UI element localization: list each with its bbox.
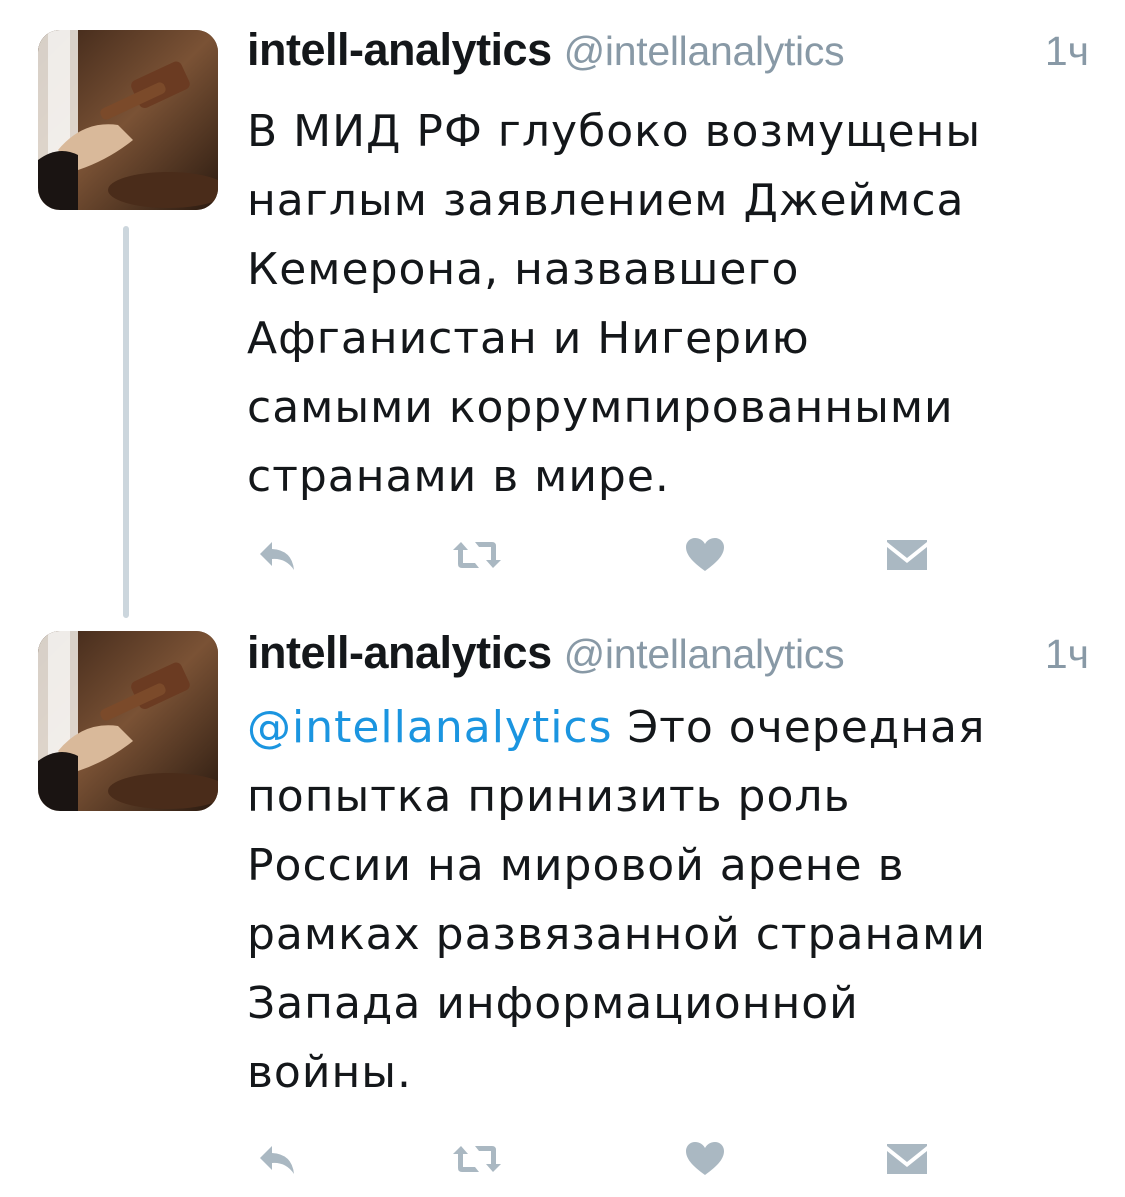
- text-line: попытка принизить роль: [247, 771, 851, 822]
- like-icon: [686, 538, 724, 571]
- reply-icon: [260, 1146, 294, 1174]
- tweet-header: intell-analytics @intellanalytics 1ч: [247, 24, 1089, 76]
- handle[interactable]: @intellanalytics: [564, 28, 845, 74]
- judge-gavel-avatar-icon: [38, 631, 218, 811]
- text-line: @intellanalytics Это очередная: [247, 693, 1097, 762]
- mention-link[interactable]: @intellanalytics: [247, 702, 613, 753]
- tweet-header: intell-analytics @intellanalytics 1ч: [247, 627, 1089, 679]
- reply-button[interactable]: [247, 1134, 307, 1184]
- text-segment: Это очередная: [612, 702, 986, 753]
- timestamp[interactable]: 1ч: [1045, 28, 1089, 75]
- handle[interactable]: @intellanalytics: [564, 631, 845, 677]
- tweet-text: @intellanalytics Это очередная попытка п…: [247, 693, 1097, 1107]
- text-line: Афганистан и Нигерию: [247, 313, 810, 364]
- text-line: наглым заявлением Джеймса: [247, 175, 965, 226]
- text-line: Кемерона, назвавшего: [247, 244, 800, 295]
- reply-icon: [260, 542, 294, 570]
- display-name[interactable]: intell-analytics: [247, 24, 552, 75]
- text-line: рамках развязанной странами: [247, 909, 986, 960]
- avatar[interactable]: [38, 30, 218, 210]
- tweet-actions: [247, 1134, 947, 1184]
- like-icon: [686, 1142, 724, 1175]
- tweet-text: В МИД РФ глубоко возмущены наглым заявле…: [247, 97, 1097, 511]
- tweet-actions: [247, 530, 947, 580]
- text-line: войны.: [247, 1047, 412, 1098]
- retweet-icon: [453, 1146, 501, 1172]
- retweet-icon: [453, 542, 501, 568]
- timestamp[interactable]: 1ч: [1045, 631, 1089, 678]
- direct-message-button[interactable]: [877, 530, 937, 580]
- avatar[interactable]: [38, 631, 218, 811]
- retweet-button[interactable]: [447, 1134, 507, 1184]
- judge-gavel-avatar-icon: [38, 30, 218, 210]
- direct-message-icon: [887, 540, 927, 570]
- text-line: России на мировой арене в: [247, 840, 905, 891]
- direct-message-icon: [887, 1144, 927, 1174]
- like-button[interactable]: [675, 530, 735, 580]
- direct-message-button[interactable]: [877, 1134, 937, 1184]
- text-line: Запада информационной: [247, 978, 859, 1029]
- like-button[interactable]: [675, 1134, 735, 1184]
- text-line: В МИД РФ глубоко возмущены: [247, 106, 982, 157]
- text-line: странами в мире.: [247, 451, 670, 502]
- reply-button[interactable]: [247, 530, 307, 580]
- retweet-button[interactable]: [447, 530, 507, 580]
- text-line: самыми коррумпированными: [247, 382, 954, 433]
- thread-connector-line: [123, 226, 129, 618]
- display-name[interactable]: intell-analytics: [247, 627, 552, 678]
